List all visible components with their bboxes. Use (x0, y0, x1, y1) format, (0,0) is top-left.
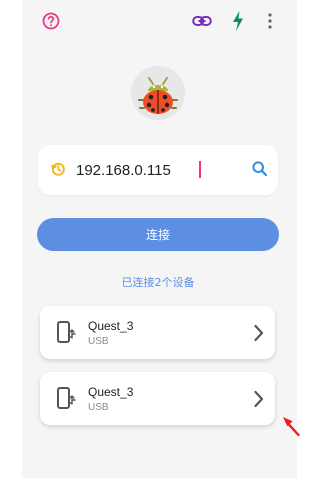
history-icon[interactable] (50, 161, 66, 177)
text-cursor (199, 161, 201, 178)
device-card[interactable]: Quest_3 USB (40, 306, 275, 359)
ip-address-input[interactable] (76, 157, 236, 183)
phone-usb-icon (56, 386, 78, 412)
search-icon[interactable] (251, 160, 269, 178)
more-vertical-icon[interactable] (262, 10, 278, 32)
connected-device-count: 已连接2个设备 (121, 276, 195, 289)
ladybug-android-logo (131, 66, 185, 120)
chevron-right-icon[interactable] (253, 389, 265, 409)
question-circle-icon[interactable] (40, 10, 62, 32)
app-screen: 连接 已连接2个设备 Quest_3 USB Quest_3 USB (0, 0, 322, 478)
chevron-right-icon[interactable] (253, 323, 265, 343)
device-connection-type: USB (88, 336, 109, 347)
phone-usb-icon (56, 320, 78, 346)
device-name: Quest_3 (88, 319, 134, 333)
lightning-bolt-icon[interactable] (229, 10, 247, 32)
link-icon[interactable] (191, 11, 213, 31)
device-connection-type: USB (88, 402, 109, 413)
device-card[interactable]: Quest_3 USB (40, 372, 275, 425)
ip-address-card (38, 145, 278, 195)
red-pointer-arrow-icon (280, 413, 302, 439)
device-name: Quest_3 (88, 385, 134, 399)
connect-button[interactable]: 连接 (37, 218, 279, 251)
